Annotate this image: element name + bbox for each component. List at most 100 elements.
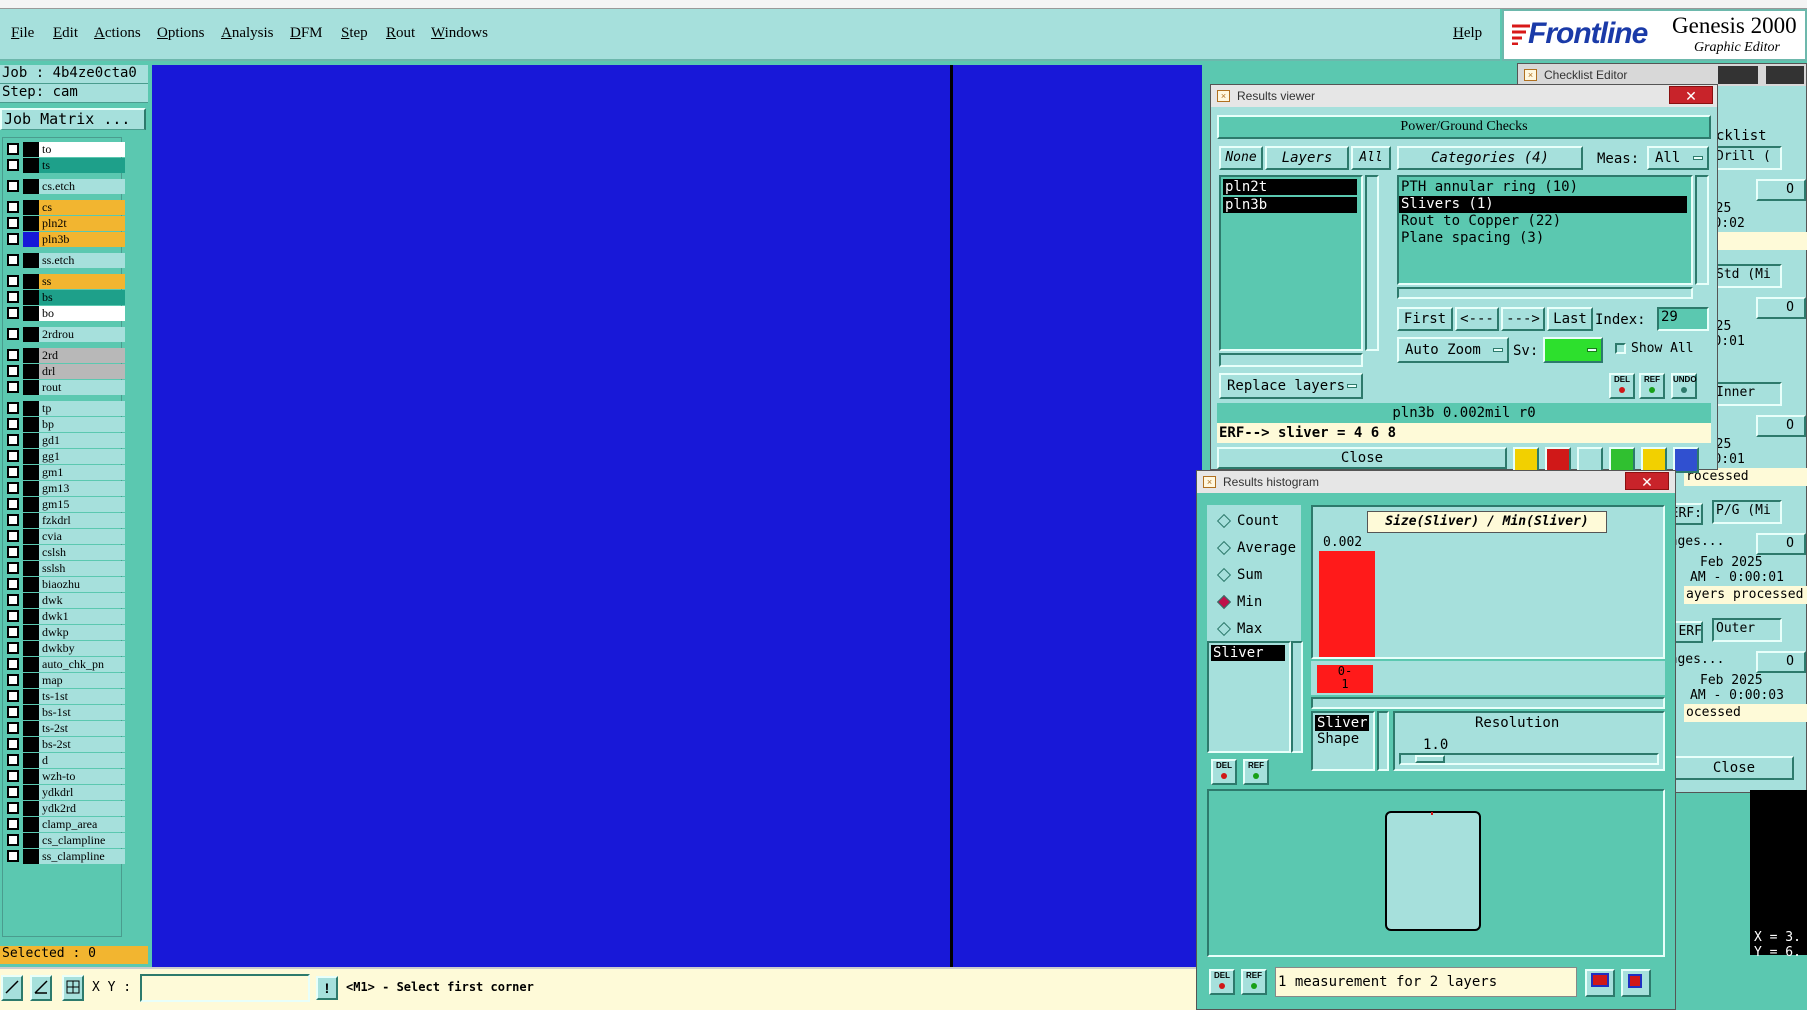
menu-step[interactable]: Step	[341, 25, 368, 42]
layer-name[interactable]: ss_clampline	[39, 849, 125, 864]
sv-color-dropdown[interactable]	[1543, 337, 1603, 363]
layer-row-bo[interactable]: bo	[7, 306, 125, 321]
all-button[interactable]: All	[1351, 146, 1391, 170]
layer-list-scrollbar[interactable]	[1365, 175, 1379, 351]
layer-name[interactable]: rout	[39, 380, 125, 395]
shape-list[interactable]: Sliver Shape	[1311, 711, 1375, 771]
checklist-minimize-button[interactable]	[1718, 66, 1758, 84]
layer-name[interactable]: bs-2st	[39, 737, 125, 752]
layer-color-swatch[interactable]	[23, 401, 39, 416]
hist-del-button[interactable]: DEL	[1211, 759, 1237, 785]
layer-row-dwkby[interactable]: dwkby	[7, 641, 125, 656]
layer-checkbox[interactable]	[7, 381, 19, 393]
layer-row-ss[interactable]: ss	[7, 274, 125, 289]
layer-color-swatch[interactable]	[23, 327, 39, 342]
layer-row-ydk2rd[interactable]: ydk2rd	[7, 801, 125, 816]
layer-checkbox[interactable]	[7, 450, 19, 462]
layer-checkbox[interactable]	[7, 594, 19, 606]
layer-row-cvia[interactable]: cvia	[7, 529, 125, 544]
menu-dfm[interactable]: DFM	[290, 25, 323, 42]
layer-color-swatch[interactable]	[23, 433, 39, 448]
layer-name[interactable]: cs.etch	[39, 179, 125, 194]
export-icon[interactable]	[1585, 969, 1615, 997]
layer-color-swatch[interactable]	[23, 737, 39, 752]
layer-color-swatch[interactable]	[23, 364, 39, 379]
layer-name[interactable]: drl	[39, 364, 125, 379]
layer-row-biaozhu[interactable]: biaozhu	[7, 577, 125, 592]
layer-checkbox[interactable]	[7, 275, 19, 287]
layer-name[interactable]: wzh-to	[39, 769, 125, 784]
menu-rout[interactable]: Rout	[386, 25, 415, 42]
layer-name[interactable]: biaozhu	[39, 577, 125, 592]
layer-row-dwk[interactable]: dwk	[7, 593, 125, 608]
category-list-scrollbar[interactable]	[1695, 175, 1709, 285]
layer-color-swatch[interactable]	[23, 561, 39, 576]
layer-row-ts-1st[interactable]: ts-1st	[7, 689, 125, 704]
show-all-checkbox[interactable]	[1615, 343, 1626, 354]
layer-name[interactable]: cvia	[39, 529, 125, 544]
layer-row-auto_chk_pn[interactable]: auto_chk_pn	[7, 657, 125, 672]
layer-checkbox[interactable]	[7, 349, 19, 361]
layer-row-bs-1st[interactable]: bs-1st	[7, 705, 125, 720]
layer-name[interactable]: ts-2st	[39, 721, 125, 736]
layer-checkbox[interactable]	[7, 818, 19, 830]
layer-name[interactable]: dwkp	[39, 625, 125, 640]
none-button[interactable]: None	[1219, 146, 1263, 170]
layer-row-to[interactable]: to	[7, 142, 125, 157]
layer-color-swatch[interactable]	[23, 673, 39, 688]
layer-name[interactable]: sslsh	[39, 561, 125, 576]
layer-name[interactable]: dwk	[39, 593, 125, 608]
layer-name[interactable]: ts-1st	[39, 689, 125, 704]
layer-name[interactable]: bp	[39, 417, 125, 432]
layer-checkbox[interactable]	[7, 143, 19, 155]
list-item[interactable]: PTH annular ring (10)	[1399, 179, 1691, 196]
checklist-action-field[interactable]: Drill (	[1712, 146, 1782, 170]
layer-color-swatch[interactable]	[23, 529, 39, 544]
layer-checkbox[interactable]	[7, 674, 19, 686]
list-item[interactable]: Rout to Copper (22)	[1399, 213, 1691, 230]
layer-checkbox[interactable]	[7, 498, 19, 510]
graphic-canvas[interactable]	[152, 65, 1202, 967]
menu-analysis[interactable]: Analysis	[221, 25, 274, 42]
layer-checkbox[interactable]	[7, 562, 19, 574]
layer-row-drl[interactable]: drl	[7, 364, 125, 379]
layer-name[interactable]: gm13	[39, 481, 125, 496]
layer-color-swatch[interactable]	[23, 545, 39, 560]
undo-button[interactable]: UNDO	[1671, 373, 1697, 399]
layer-color-swatch[interactable]	[23, 417, 39, 432]
layer-color-swatch[interactable]	[23, 657, 39, 672]
layer-color-swatch[interactable]	[23, 753, 39, 768]
layer-name[interactable]: auto_chk_pn	[39, 657, 125, 672]
category-list[interactable]: PTH annular ring (10) Slivers (1) Rout t…	[1397, 175, 1693, 285]
layers-button[interactable]: Layers	[1265, 146, 1349, 170]
layer-row-fzkdrl[interactable]: fzkdrl	[7, 513, 125, 528]
layer-list-hscroll[interactable]	[1219, 353, 1363, 367]
layer-checkbox[interactable]	[7, 834, 19, 846]
checklist-editor-titlebar[interactable]: × Checklist Editor	[1518, 64, 1806, 86]
layer-checkbox[interactable]	[7, 770, 19, 782]
layer-row-gm13[interactable]: gm13	[7, 481, 125, 496]
checklist-close-btn[interactable]: Close	[1674, 756, 1794, 780]
checklist-open-button[interactable]: O	[1756, 533, 1806, 555]
category-list-hscroll[interactable]	[1397, 287, 1693, 299]
layer-color-swatch[interactable]	[23, 306, 39, 321]
layer-row-bs[interactable]: bs	[7, 290, 125, 305]
checklist-open-button[interactable]: O	[1756, 651, 1806, 673]
print-icon[interactable]	[1621, 969, 1651, 997]
layer-name[interactable]: dwk1	[39, 609, 125, 624]
menu-actions[interactable]: Actions	[94, 25, 141, 42]
layer-color-swatch[interactable]	[23, 465, 39, 480]
layer-name[interactable]: ss	[39, 274, 125, 289]
next-button[interactable]: --->	[1501, 307, 1545, 331]
radio-sum[interactable]: Sum	[1216, 567, 1262, 583]
layer-checkbox[interactable]	[7, 530, 19, 542]
checklist-open-button[interactable]: O	[1756, 297, 1806, 319]
layer-name[interactable]: dwkby	[39, 641, 125, 656]
layer-checkbox[interactable]	[7, 402, 19, 414]
layer-row-map[interactable]: map	[7, 673, 125, 688]
histogram-bar[interactable]	[1319, 551, 1375, 657]
last-button[interactable]: Last	[1547, 307, 1593, 331]
layer-color-swatch[interactable]	[23, 705, 39, 720]
menu-windows[interactable]: Windows	[431, 25, 488, 42]
checklist-close-button[interactable]	[1766, 66, 1804, 84]
